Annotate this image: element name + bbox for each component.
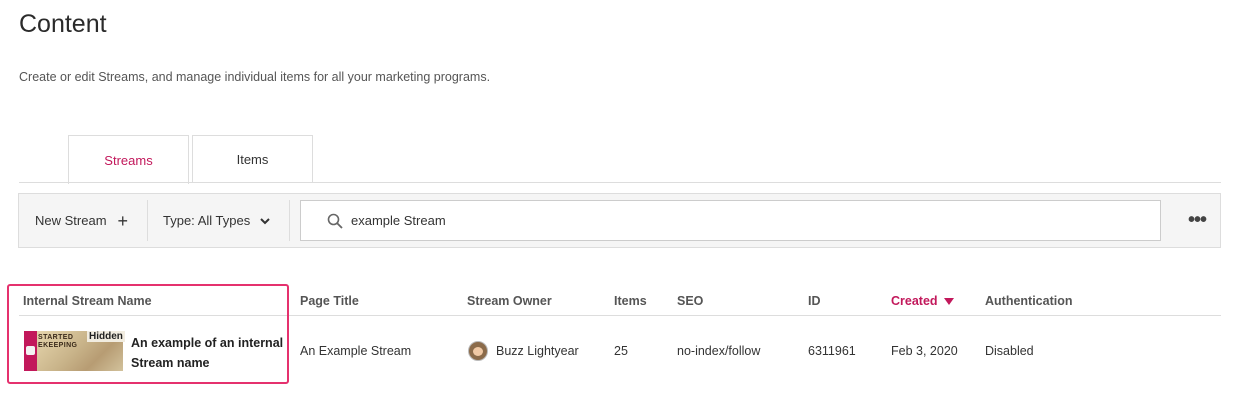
column-header-items[interactable]: Items bbox=[614, 294, 647, 308]
page-title: Content bbox=[19, 10, 107, 38]
owner-name: Buzz Lightyear bbox=[496, 344, 579, 358]
cell-owner: Buzz Lightyear bbox=[468, 341, 579, 361]
plus-icon: + bbox=[117, 210, 129, 231]
avatar-face bbox=[473, 347, 483, 356]
search-box bbox=[300, 200, 1161, 241]
streams-toolbar: New Stream + Type: All Types ••• bbox=[18, 193, 1221, 248]
content-tabs: Streams Items bbox=[68, 135, 313, 184]
cell-created: Feb 3, 2020 bbox=[891, 344, 958, 358]
page-description: Create or edit Streams, and manage indiv… bbox=[19, 70, 491, 84]
new-stream-label: New Stream bbox=[35, 213, 107, 228]
avatar bbox=[468, 341, 488, 361]
column-header-authentication[interactable]: Authentication bbox=[985, 294, 1073, 308]
column-header-seo[interactable]: SEO bbox=[677, 294, 703, 308]
column-header-created[interactable]: Created bbox=[891, 294, 954, 308]
cell-id: 6311961 bbox=[808, 344, 856, 358]
chevron-down-icon bbox=[259, 215, 271, 227]
column-header-id[interactable]: ID bbox=[808, 294, 821, 308]
column-header-page-title[interactable]: Page Title bbox=[300, 294, 359, 308]
column-header-owner[interactable]: Stream Owner bbox=[467, 294, 552, 308]
type-filter-label: Type: All Types bbox=[163, 213, 251, 228]
tab-streams[interactable]: Streams bbox=[68, 135, 189, 184]
more-options-icon[interactable]: ••• bbox=[1183, 206, 1211, 234]
cell-page-title: An Example Stream bbox=[300, 344, 412, 358]
column-header-created-label: Created bbox=[891, 294, 938, 308]
tabs-divider bbox=[19, 182, 1221, 183]
type-filter-dropdown[interactable]: Type: All Types bbox=[163, 194, 271, 247]
highlight-box bbox=[7, 284, 289, 384]
cell-authentication: Disabled bbox=[985, 344, 1034, 358]
tab-items[interactable]: Items bbox=[192, 135, 313, 183]
search-input[interactable] bbox=[351, 213, 1131, 228]
toolbar-divider bbox=[147, 200, 148, 241]
sort-desc-icon bbox=[943, 298, 954, 306]
cell-seo: no-index/follow bbox=[677, 344, 761, 358]
toolbar-divider bbox=[289, 200, 290, 241]
new-stream-button[interactable]: New Stream + bbox=[35, 194, 128, 247]
search-icon bbox=[327, 213, 343, 229]
cell-items: 25 bbox=[614, 344, 628, 358]
